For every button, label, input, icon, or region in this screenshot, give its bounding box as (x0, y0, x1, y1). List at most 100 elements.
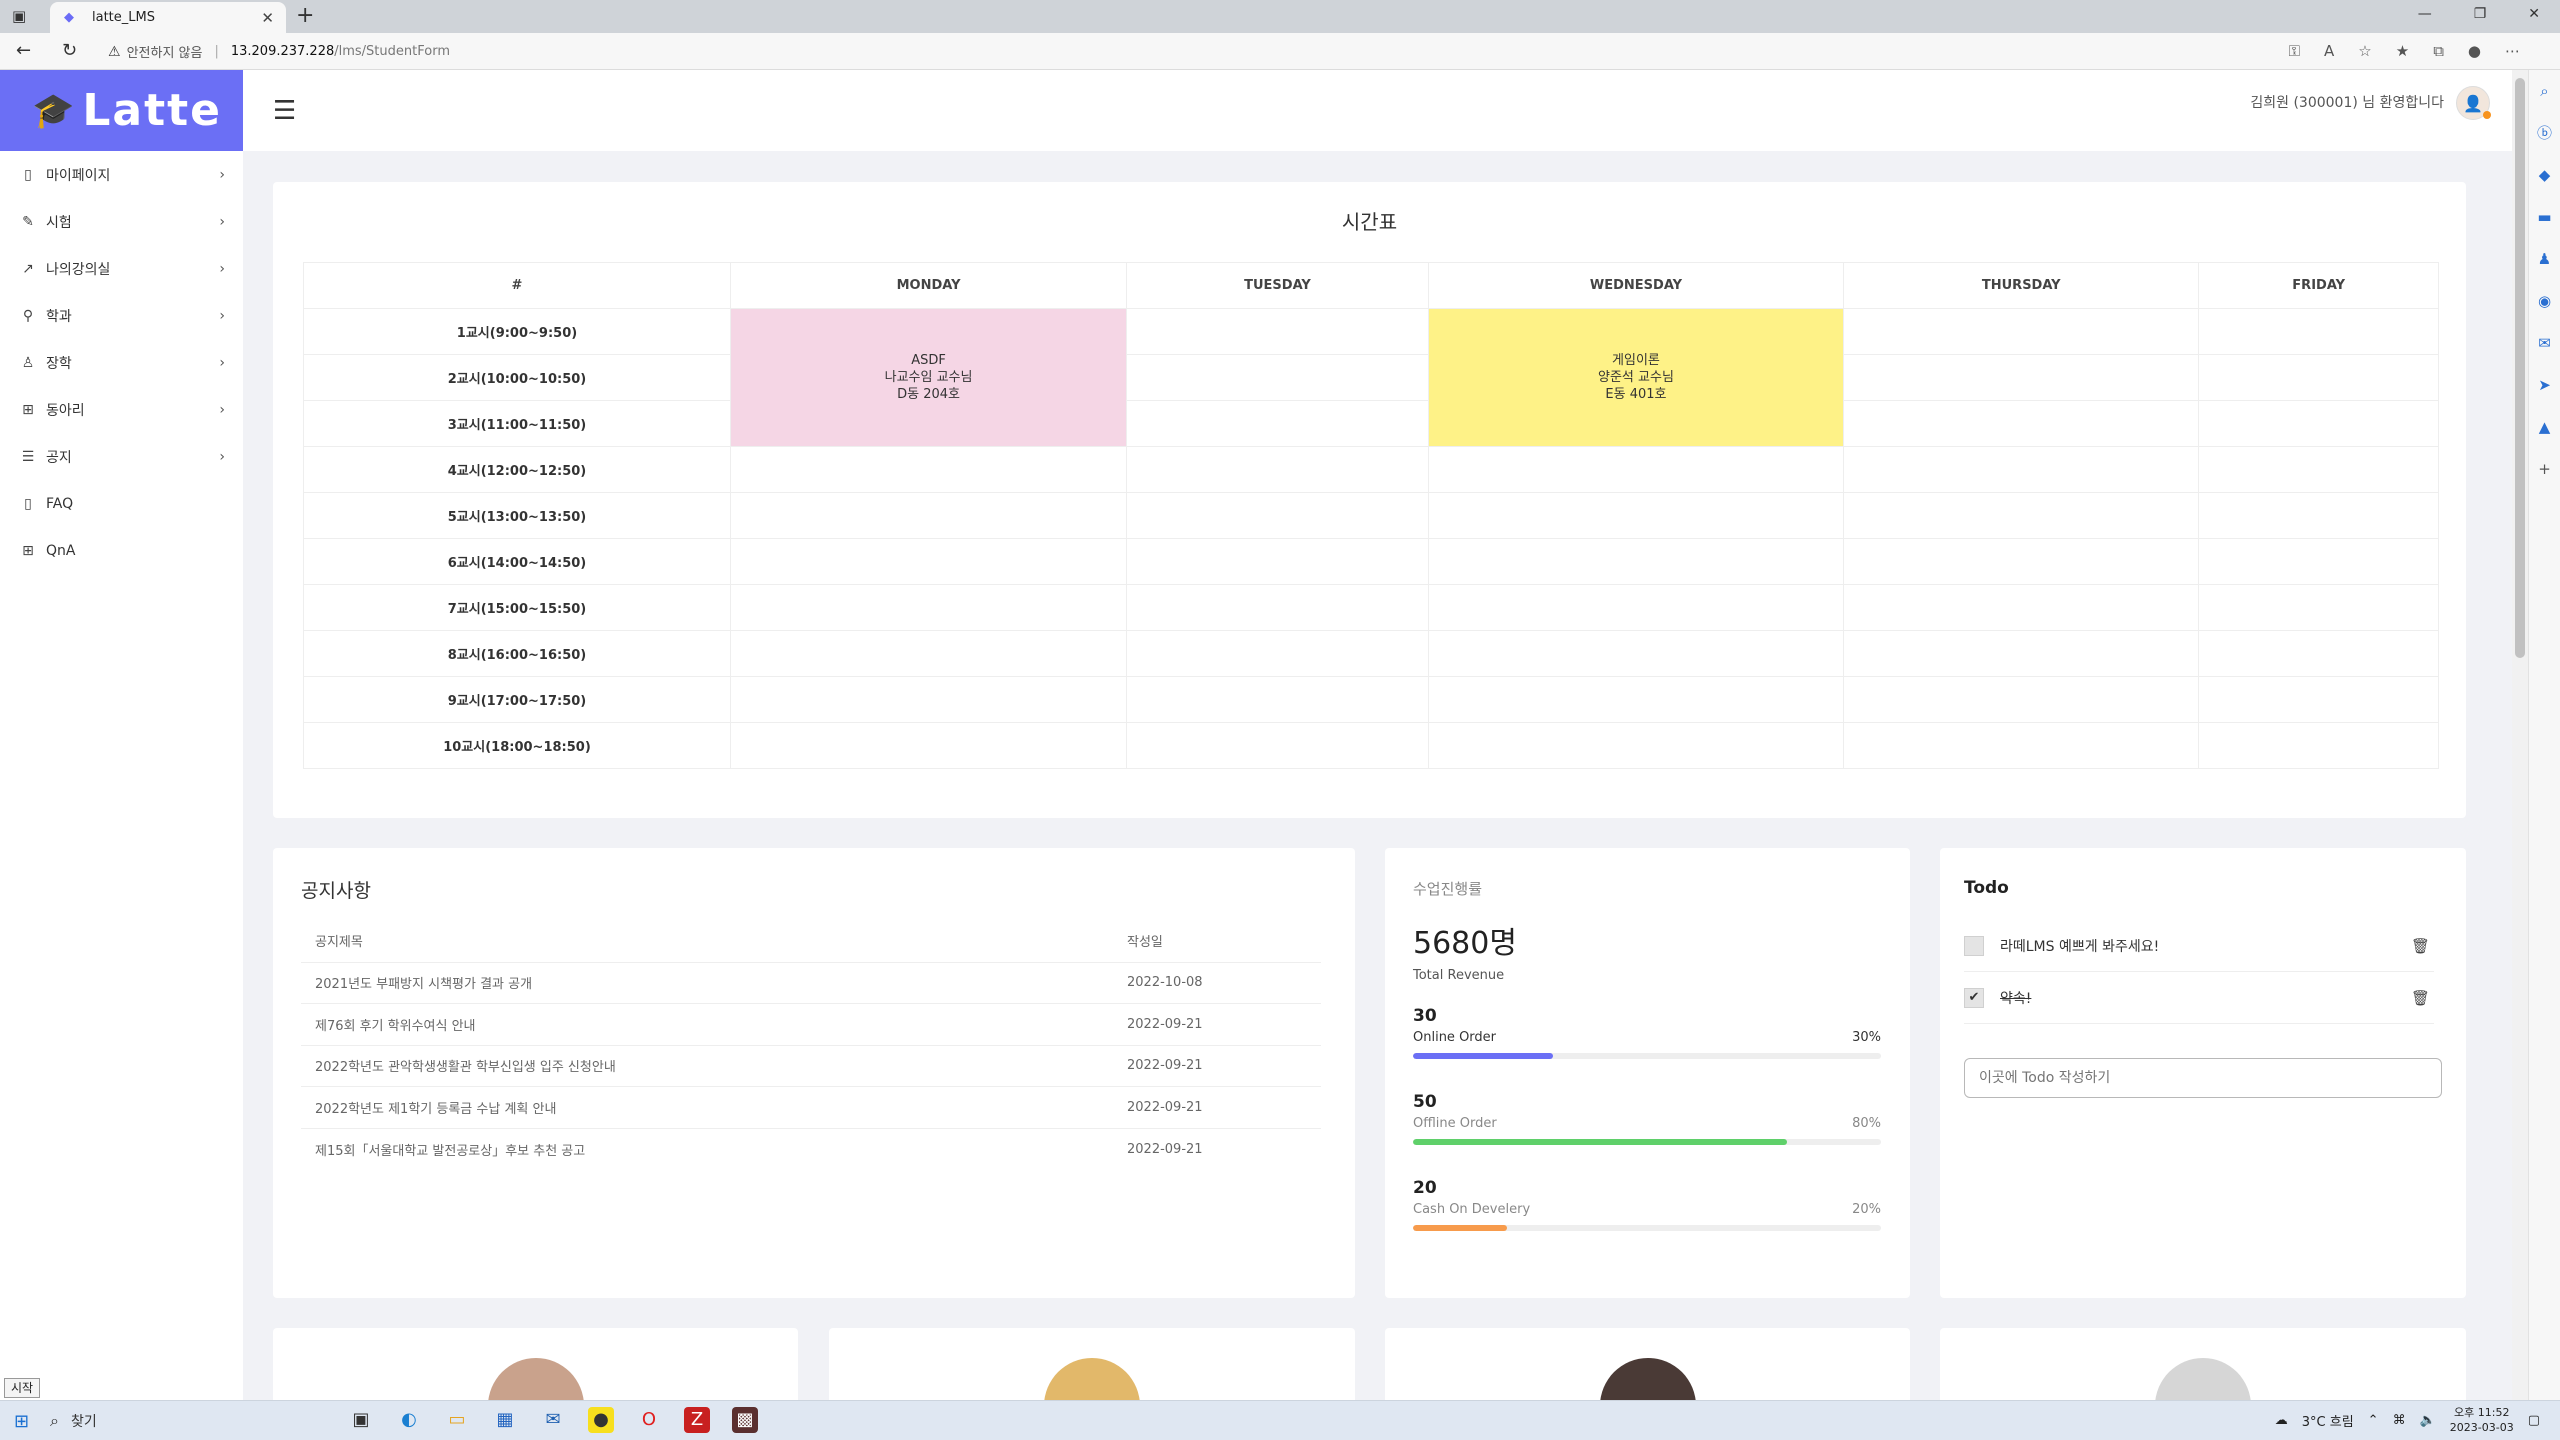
new-tab-button[interactable]: + (296, 3, 314, 28)
minimize-icon[interactable]: — (2418, 6, 2432, 22)
refresh-icon[interactable]: ↻ (62, 40, 77, 61)
tree-icon[interactable]: ▲ (2529, 406, 2560, 448)
empty-cell (2198, 722, 2439, 769)
send-icon[interactable]: ➤ (2529, 364, 2560, 406)
logo[interactable]: 🎓 Latte (0, 70, 243, 151)
back-icon[interactable]: ← (16, 40, 31, 61)
restore-icon[interactable]: ❐ (2474, 6, 2487, 22)
favorites-icon[interactable]: ★ (2396, 42, 2409, 60)
col-header-title: 공지제목 (301, 920, 1113, 963)
sidebar-item-scholarship[interactable]: ♙ 장학 › (0, 339, 243, 386)
clock-date: 2023-03-03 (2449, 1421, 2514, 1434)
trash-icon[interactable]: 🗑 (2411, 989, 2430, 1007)
collections-icon[interactable]: ⧉ (2433, 42, 2444, 60)
todo-input[interactable] (1964, 1058, 2442, 1098)
sidebar: ▯ 마이페이지 › ✎ 시험 › ↗ 나의강의실 › ⚲ 학과 › ♙ 장학 ›… (0, 151, 243, 1400)
task-view-icon[interactable]: ▣ (348, 1407, 374, 1433)
period-cell: 8교시(16:00~16:50) (303, 630, 731, 677)
games-icon[interactable]: ♟ (2529, 238, 2560, 280)
network-icon[interactable]: ⌘ (2393, 1413, 2406, 1428)
clock[interactable]: 오후 11:52 2023-03-03 (2450, 1405, 2514, 1435)
file-explorer-icon[interactable]: ▭ (444, 1407, 470, 1433)
todo-item: 라떼LMS 예쁘게 봐주세요! 🗑 (1964, 920, 2434, 972)
browser-tab[interactable]: ◆ latte_LMS ✕ (50, 2, 286, 33)
table-row[interactable]: 2021년도 부패방지 시책평가 결과 공개 2022-10-08 (301, 962, 1321, 1004)
notice-link[interactable]: 제76회 후기 학위수여식 안내 (301, 1003, 1113, 1046)
empty-cell (2198, 492, 2439, 539)
sidebar-item-qna[interactable]: ⊞ QnA (0, 527, 243, 574)
edge-icon[interactable]: ◐ (396, 1407, 422, 1433)
key-icon[interactable]: ⚿ (2289, 42, 2300, 60)
tools-icon[interactable]: ▬ (2529, 196, 2560, 238)
store-icon[interactable]: ▦ (492, 1407, 518, 1433)
sidebar-item-exam[interactable]: ✎ 시험 › (0, 198, 243, 245)
todo-title: Todo (1964, 878, 2009, 898)
tray-chevron-icon[interactable]: ⌃ (2368, 1413, 2379, 1428)
chevron-right-icon: › (219, 307, 225, 324)
app-icon[interactable]: ▩ (732, 1407, 758, 1433)
class-block-monday[interactable]: ASDF 나교수임 교수님 D동 204호 (729, 308, 1128, 447)
clock-time: 오후 11:52 (2454, 1406, 2510, 1419)
sidebar-item-label: FAQ (46, 495, 74, 512)
kakaotalk-icon[interactable]: ● (588, 1407, 614, 1433)
todo-text: 라떼LMS 예쁘게 봐주세요! (2000, 938, 2160, 955)
outlook-icon[interactable]: ✉ (2529, 322, 2560, 364)
volume-icon[interactable]: 🔈 (2420, 1413, 2436, 1428)
sidebar-item-department[interactable]: ⚲ 학과 › (0, 292, 243, 339)
table-row[interactable]: 제15회「서울대학교 발전공로상」후보 추천 공고 2022-09-21 (301, 1128, 1321, 1170)
office-icon[interactable]: ◉ (2529, 280, 2560, 322)
taskbar-search[interactable]: ⌕ 찾기 (50, 1405, 336, 1437)
filezilla-icon[interactable]: Z (684, 1407, 710, 1433)
profile-icon[interactable]: ● (2468, 42, 2481, 60)
todo-checkbox[interactable] (1964, 935, 1984, 956)
search-icon: ⌕ (50, 1411, 59, 1430)
tab-actions-icon[interactable]: ▣ (12, 7, 26, 25)
sidebar-item-my-classroom[interactable]: ↗ 나의강의실 › (0, 245, 243, 292)
notice-date: 2022-09-21 (1127, 1141, 1203, 1157)
notice-link[interactable]: 2021년도 부패방지 시책평가 결과 공개 (301, 962, 1113, 1004)
class-block-wednesday[interactable]: 게임이론 양준석 교수님 E동 401호 (1427, 308, 1845, 447)
opera-icon[interactable]: O (636, 1407, 662, 1433)
notice-link[interactable]: 제15회「서울대학교 발전공로상」후보 추천 공고 (301, 1128, 1113, 1170)
weather-icon[interactable]: ☁ (2275, 1413, 2288, 1428)
windows-start-icon[interactable]: ⊞ (14, 1411, 29, 1432)
url-field[interactable]: ⚠ 안전하지 않음 | 13.209.237.228 /lms/StudentF… (108, 38, 2348, 65)
empty-cell (1126, 676, 1429, 723)
page-scrollbar[interactable] (2512, 70, 2528, 1400)
close-tab-icon[interactable]: ✕ (261, 9, 274, 27)
sidebar-item-faq[interactable]: ▯ FAQ (0, 480, 243, 527)
table-row[interactable]: 2022학년도 관악학생생활관 학부신입생 입주 신청안내 2022-09-21 (301, 1045, 1321, 1087)
notice-title: 공지사항 (301, 880, 371, 902)
avatar[interactable]: 👤 (2456, 86, 2491, 120)
sidebar-item-mypage[interactable]: ▯ 마이페이지 › (0, 151, 243, 198)
doc-icon: ▯ (24, 495, 32, 512)
scroll-thumb[interactable] (2515, 78, 2525, 658)
add-icon[interactable]: + (2529, 448, 2560, 490)
empty-cell (1427, 722, 1845, 769)
browser-tab-bar: ▣ ◆ latte_LMS ✕ + — ❐ ✕ (0, 0, 2560, 33)
favorite-add-icon[interactable]: ☆ (2358, 42, 2371, 60)
notice-link[interactable]: 2022학년도 관악학생생활관 학부신입생 입주 신청안내 (301, 1045, 1113, 1087)
table-row[interactable]: 제76회 후기 학위수여식 안내 2022-09-21 (301, 1003, 1321, 1046)
timetable: # MONDAY TUESDAY WEDNESDAY THURSDAY FRID… (303, 262, 2439, 769)
search-icon[interactable]: ⌕ (2529, 70, 2560, 112)
hamburger-menu-icon[interactable]: ☰ (273, 96, 296, 126)
mail-icon[interactable]: ✉ (540, 1407, 566, 1433)
sidebar-item-notice[interactable]: ☰ 공지 › (0, 433, 243, 480)
read-aloud-icon[interactable]: A (2324, 42, 2334, 60)
more-icon[interactable]: ⋯ (2505, 42, 2520, 60)
todo-checkbox[interactable]: ✔ (1964, 987, 1984, 1008)
close-window-icon[interactable]: ✕ (2528, 6, 2540, 22)
notice-link[interactable]: 2022학년도 제1학기 등록금 수납 계획 안내 (301, 1086, 1113, 1129)
sidebar-item-club[interactable]: ⊞ 동아리 › (0, 386, 243, 433)
notification-icon[interactable]: ▢ (2528, 1413, 2540, 1428)
empty-cell (2198, 538, 2439, 585)
shopping-icon[interactable]: ◆ (2529, 154, 2560, 196)
bing-icon[interactable]: ⓑ (2529, 112, 2560, 154)
empty-cell (729, 722, 1128, 769)
trash-icon[interactable]: 🗑 (2411, 937, 2430, 955)
empty-cell (1427, 492, 1845, 539)
table-row[interactable]: 2022학년도 제1학기 등록금 수납 계획 안내 2022-09-21 (301, 1086, 1321, 1129)
empty-cell (1843, 308, 2200, 355)
notice-date: 2022-09-21 (1113, 1045, 1321, 1087)
